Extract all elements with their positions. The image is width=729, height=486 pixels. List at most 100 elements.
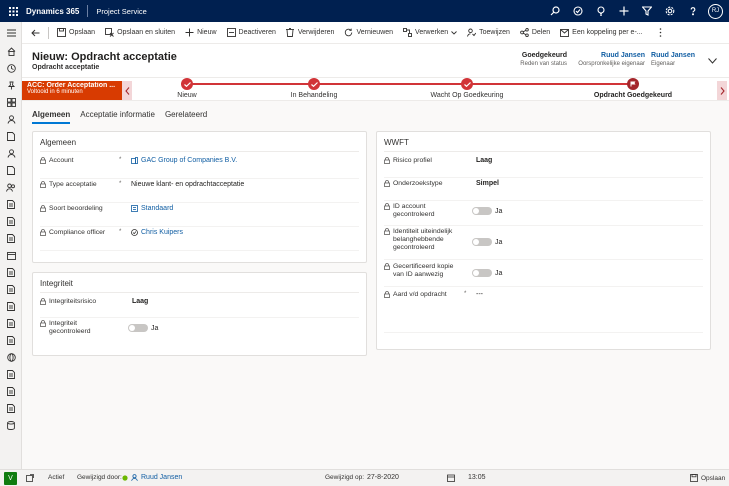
modified-on-label: Gewijzigd op: bbox=[325, 474, 365, 481]
save-close-button[interactable]: Opslaan en sluiten bbox=[100, 22, 180, 44]
document-icon[interactable] bbox=[3, 384, 19, 398]
document-icon[interactable] bbox=[3, 316, 19, 330]
new-button[interactable]: Nieuw bbox=[180, 22, 221, 44]
document-icon[interactable] bbox=[3, 401, 19, 415]
document-icon[interactable] bbox=[3, 282, 19, 296]
back-button[interactable] bbox=[26, 22, 45, 44]
modified-by-link[interactable]: Ruud Jansen bbox=[122, 474, 182, 481]
app-name[interactable]: Dynamics 365 bbox=[26, 7, 87, 16]
share-label: Delen bbox=[531, 29, 551, 36]
lock-icon bbox=[384, 263, 390, 270]
divider bbox=[40, 292, 359, 293]
section-integriteit: Integriteit Integriteitsrisico Laag Inte… bbox=[32, 272, 367, 356]
compliance-officer-lookup[interactable]: Chris Kuipers bbox=[131, 229, 183, 236]
refresh-button[interactable]: Vernieuwen bbox=[339, 22, 398, 44]
share-icon bbox=[520, 28, 529, 37]
document-icon[interactable] bbox=[3, 333, 19, 347]
assign-label: Toewijzen bbox=[479, 29, 510, 36]
header-status-field: Goedgekeurd Reden van status bbox=[520, 52, 567, 67]
task-icon[interactable] bbox=[566, 0, 589, 22]
filter-icon[interactable] bbox=[635, 0, 658, 22]
save-button[interactable]: Opslaan bbox=[52, 22, 100, 44]
calendar-icon[interactable] bbox=[3, 248, 19, 262]
database-icon[interactable] bbox=[3, 418, 19, 432]
owner-link[interactable]: Ruud Jansen bbox=[651, 52, 695, 59]
risico-profiel-value[interactable]: Laag bbox=[476, 157, 492, 164]
home-icon[interactable] bbox=[3, 44, 19, 58]
field-integriteitsrisico: Integriteitsrisico Laag bbox=[40, 298, 359, 318]
document-icon[interactable] bbox=[3, 299, 19, 313]
document-icon[interactable] bbox=[3, 129, 19, 143]
recent-icon[interactable] bbox=[3, 61, 19, 75]
lock-icon bbox=[384, 228, 390, 235]
plus-icon[interactable] bbox=[612, 0, 635, 22]
more-commands-button[interactable] bbox=[654, 22, 667, 44]
stage-wacht-op-goedkeuring[interactable]: Wacht Op Goedkeuring bbox=[407, 78, 527, 99]
section-title: Algemeen bbox=[40, 138, 77, 147]
document-icon[interactable] bbox=[3, 197, 19, 211]
kopie-toggle[interactable]: Ja bbox=[472, 269, 502, 277]
soort-beoordeling-lookup[interactable]: Standaard bbox=[131, 205, 173, 212]
email-link-button[interactable]: Een koppeling per e-... bbox=[555, 22, 647, 44]
pin-icon[interactable] bbox=[3, 78, 19, 92]
delete-button[interactable]: Verwijderen bbox=[281, 22, 340, 44]
bpf-next-chevron-icon[interactable] bbox=[717, 81, 727, 100]
tab-gerelateerd[interactable]: Gerelateerd bbox=[165, 110, 207, 124]
menu-icon[interactable] bbox=[3, 26, 19, 40]
field-label: Aard v/d opdracht bbox=[384, 291, 447, 299]
stage-in-behandeling[interactable]: In Behandeling bbox=[254, 78, 374, 99]
avatar[interactable]: RJ bbox=[708, 3, 723, 19]
identiteit-toggle[interactable]: Ja bbox=[472, 238, 502, 246]
integriteitsrisico-value[interactable]: Laag bbox=[132, 298, 148, 305]
help-icon[interactable] bbox=[681, 0, 704, 22]
account-lookup[interactable]: GAC Group of Companies B.V. bbox=[131, 157, 237, 164]
footer-save-button[interactable]: Opslaan bbox=[690, 474, 725, 482]
app-area[interactable]: Project Service bbox=[88, 7, 146, 16]
app-launcher-icon[interactable] bbox=[0, 0, 26, 22]
refresh-icon bbox=[344, 28, 353, 37]
gear-icon[interactable] bbox=[658, 0, 681, 22]
aard-opdracht-input[interactable]: --- bbox=[476, 291, 483, 298]
flag-icon bbox=[627, 78, 639, 90]
document-icon[interactable] bbox=[3, 163, 19, 177]
tab-algemeen[interactable]: Algemeen bbox=[32, 110, 71, 124]
document-icon[interactable] bbox=[3, 367, 19, 381]
lightbulb-icon[interactable] bbox=[589, 0, 612, 22]
process-button[interactable]: Verwerken bbox=[398, 22, 462, 44]
globe-icon[interactable] bbox=[3, 350, 19, 364]
account-icon bbox=[131, 157, 138, 164]
assign-icon bbox=[467, 28, 477, 37]
presence-icon bbox=[122, 474, 128, 481]
person-icon[interactable] bbox=[3, 112, 19, 126]
people-icon[interactable] bbox=[3, 180, 19, 194]
form-tabs: Algemeen Acceptatie informatie Gerelatee… bbox=[32, 110, 207, 124]
tab-acceptatie-informatie[interactable]: Acceptatie informatie bbox=[80, 110, 155, 124]
field-label: Soort beoordeling bbox=[40, 205, 103, 213]
section-wwft: WWFT Risico profiel Laag Onderzoekstype … bbox=[376, 131, 711, 350]
dashboard-icon[interactable] bbox=[3, 95, 19, 109]
document-icon[interactable] bbox=[3, 265, 19, 279]
stage-nieuw[interactable]: Nieuw bbox=[127, 78, 247, 99]
integriteit-toggle[interactable]: Ja bbox=[128, 324, 158, 332]
calendar-icon[interactable] bbox=[447, 474, 455, 482]
orig-owner-link[interactable]: Ruud Jansen bbox=[578, 52, 645, 59]
deactivate-button[interactable]: Deactiveren bbox=[222, 22, 281, 44]
id-account-toggle[interactable]: Ja bbox=[472, 207, 502, 215]
type-acceptatie-value[interactable]: Nieuwe klant- en opdrachtacceptatie bbox=[131, 181, 244, 188]
share-button[interactable]: Delen bbox=[515, 22, 555, 44]
trash-icon bbox=[286, 28, 295, 37]
expand-header-chevron-icon[interactable] bbox=[708, 58, 717, 64]
app-badge[interactable]: V bbox=[4, 472, 17, 485]
stage-opdracht-goedgekeurd[interactable]: Opdracht Goedgekeurd bbox=[573, 78, 693, 99]
search-icon[interactable] bbox=[543, 0, 566, 22]
document-icon[interactable] bbox=[3, 231, 19, 245]
assign-button[interactable]: Toewijzen bbox=[462, 22, 515, 44]
onderzoekstype-value[interactable]: Simpel bbox=[476, 180, 499, 187]
deactivate-label: Deactiveren bbox=[238, 29, 276, 36]
person-icon[interactable] bbox=[3, 146, 19, 160]
entity-name: Opdracht acceptatie bbox=[32, 64, 100, 71]
process-flag[interactable]: ACC: Order Acceptation ... Voltooid in 6… bbox=[22, 81, 122, 100]
lock-icon bbox=[384, 291, 390, 298]
open-new-window-icon[interactable] bbox=[26, 474, 34, 482]
document-icon[interactable] bbox=[3, 214, 19, 228]
